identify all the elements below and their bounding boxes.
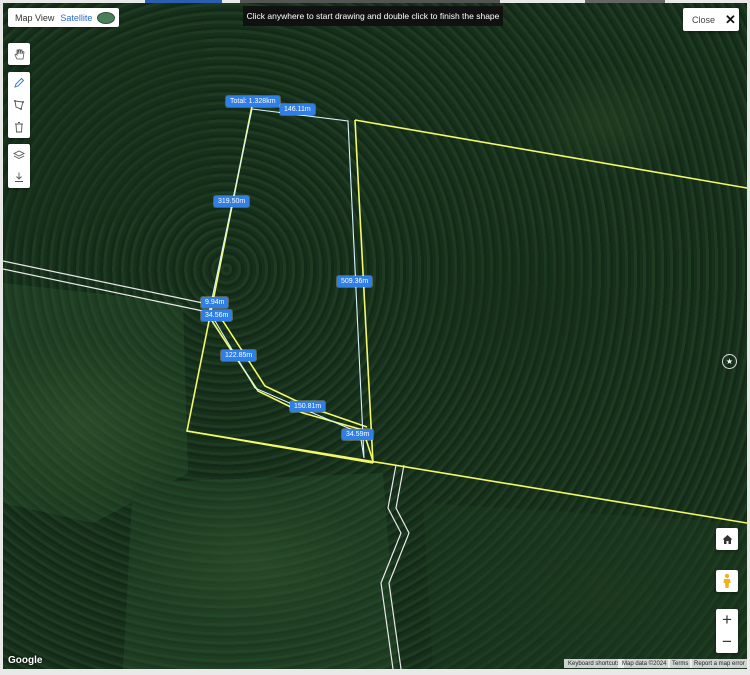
zoom-in-button[interactable]: + [722, 609, 732, 631]
drawing-hint: Click anywhere to start drawing and doub… [243, 6, 503, 26]
segment-label: 150.81m [290, 401, 326, 412]
close-button[interactable]: Close ✕ [683, 8, 739, 31]
satellite-map[interactable]: ★ [3, 3, 747, 669]
segment-label: 319.50m [214, 196, 250, 207]
terrain-texture [3, 33, 747, 669]
layers-icon[interactable] [8, 144, 30, 166]
zoom-out-button[interactable]: − [722, 631, 732, 653]
segment-label: 509.36m [337, 276, 373, 287]
terms-link[interactable]: Terms [668, 659, 693, 668]
satellite-option[interactable]: Satellite [57, 13, 95, 23]
keyboard-shortcuts-link[interactable]: Keyboard shortcuts [564, 659, 624, 668]
google-logo: Google [8, 655, 43, 666]
close-label: Close [692, 14, 716, 25]
report-map-error-link[interactable]: Report a map error [690, 659, 749, 668]
polygon-icon[interactable] [8, 94, 30, 116]
segment-label: 146.11m [280, 104, 315, 115]
download-icon[interactable] [8, 166, 30, 188]
map-overlay [3, 33, 747, 669]
globe-icon [97, 11, 116, 24]
draw-tool-group [8, 72, 30, 138]
pencil-icon[interactable] [8, 72, 30, 94]
street-view-button[interactable] [716, 570, 738, 592]
zoom-control: + − [716, 609, 738, 653]
total-distance-label: Total: 1.328km [226, 96, 280, 107]
map-data-text: Map data ©2024 [618, 659, 671, 668]
segment-label: 122.85m [221, 350, 257, 361]
close-icon: ✕ [725, 11, 736, 27]
segment-label: 9.94m [201, 297, 229, 308]
layer-tool-group [8, 144, 30, 188]
parcel-boundary [186, 105, 747, 524]
home-button[interactable] [716, 528, 738, 550]
home-icon [722, 534, 732, 544]
pegman-icon [723, 573, 731, 588]
trash-icon[interactable] [8, 116, 30, 138]
hand-icon[interactable] [8, 43, 30, 65]
star-icon[interactable]: ★ [722, 354, 737, 369]
map-frame: ★ Map View Satellite Click anywhere to s… [0, 0, 750, 675]
map-type-toggle[interactable]: Map View Satellite [8, 8, 120, 27]
segment-label: 34.56m [201, 310, 233, 321]
pan-tool-group [8, 43, 30, 65]
segment-label: 34.59m [342, 429, 374, 440]
map-view-option[interactable]: Map View [12, 13, 57, 23]
